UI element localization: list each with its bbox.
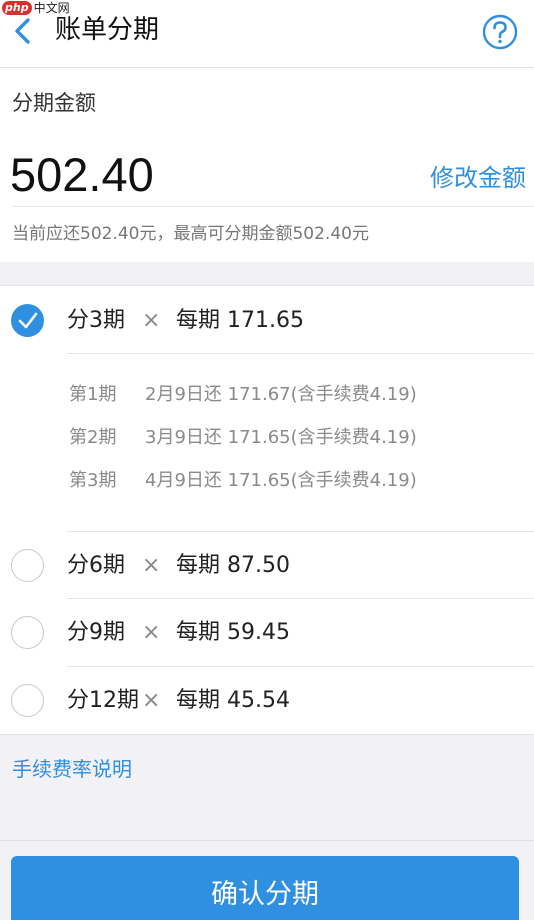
schedule-line-1: 第1期 2月9日还 171.67(含手续费4.19): [69, 382, 417, 408]
option-per-period-amount: 每期 59.45: [176, 620, 290, 645]
checkmark-icon: [18, 312, 38, 329]
schedule-period: 第3期: [69, 470, 117, 491]
schedule-line-3: 第3期 4月9日还 171.65(含手续费4.19): [69, 468, 417, 494]
fee-rate-link[interactable]: 手续费率说明: [12, 755, 132, 783]
schedule-line-2: 第2期 3月9日还 171.65(含手续费4.19): [69, 425, 417, 451]
row-divider: [67, 353, 534, 354]
radio-unchecked[interactable]: [11, 549, 44, 582]
back-arrow-icon[interactable]: [10, 14, 36, 48]
installment-option-9[interactable]: 分9期 × 每期 59.45: [0, 599, 534, 665]
header: php 中文网 账单分期: [0, 0, 534, 68]
divider: [0, 840, 534, 841]
option-periods: 分3期: [67, 308, 125, 333]
modify-amount-link[interactable]: 修改金额: [430, 161, 526, 195]
schedule-text: 3月9日还 171.65(含手续费4.19): [145, 427, 417, 448]
installment-option-3[interactable]: 分3期 × 每期 171.65: [0, 288, 534, 354]
schedule-period: 第1期: [69, 384, 117, 405]
times-icon: ×: [142, 688, 161, 713]
option-per-period-amount: 每期 45.54: [176, 688, 290, 713]
confirm-installment-button[interactable]: 确认分期: [11, 856, 519, 920]
schedule-period: 第2期: [69, 427, 117, 448]
option-periods: 分12期: [67, 688, 139, 713]
amount-note: 当前应还502.40元，最高可分期金额502.40元: [12, 224, 369, 244]
schedule-text: 2月9日还 171.67(含手续费4.19): [145, 384, 417, 405]
radio-unchecked[interactable]: [11, 616, 44, 649]
radio-unchecked[interactable]: [11, 684, 44, 717]
times-icon: ×: [142, 308, 161, 333]
amount-label: 分期金额: [12, 91, 96, 115]
option-periods: 分9期: [67, 620, 125, 645]
section-gap: [0, 262, 534, 286]
page-title: 账单分期: [55, 15, 160, 45]
divider: [12, 206, 534, 207]
option-periods: 分6期: [67, 553, 125, 578]
amount-value: 502.40: [10, 148, 154, 201]
times-icon: ×: [142, 620, 161, 645]
option-per-period-amount: 每期 171.65: [176, 308, 304, 333]
option-per-period-amount: 每期 87.50: [176, 553, 290, 578]
radio-checked[interactable]: [11, 304, 44, 337]
watermark-php: php: [2, 1, 32, 15]
help-icon[interactable]: [482, 14, 518, 50]
times-icon: ×: [142, 553, 161, 578]
installment-option-6[interactable]: 分6期 × 每期 87.50: [0, 532, 534, 598]
page: php 中文网 账单分期 分期金额 502.40 修改金额 当前应还502.40…: [0, 0, 534, 920]
schedule-text: 4月9日还 171.65(含手续费4.19): [145, 470, 417, 491]
installment-option-12[interactable]: 分12期 × 每期 45.54: [0, 667, 534, 733]
